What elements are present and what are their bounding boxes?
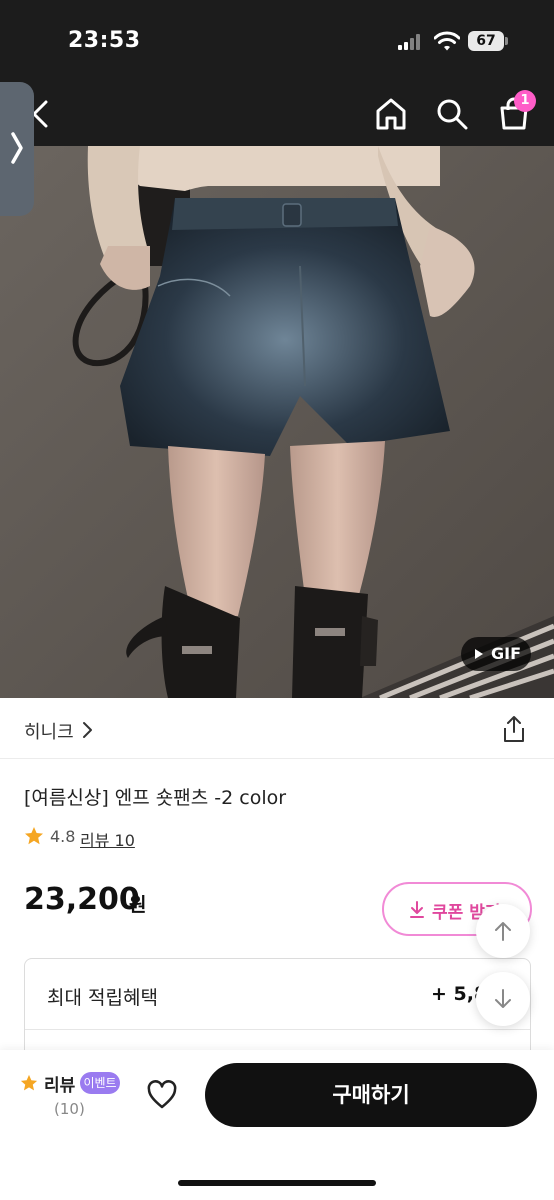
divider [25, 1029, 530, 1030]
wifi-icon [434, 31, 460, 51]
rating-value: 4.8 [50, 827, 76, 846]
chevron-right-icon [11, 132, 23, 164]
chevron-right-icon[interactable] [80, 720, 94, 740]
scroll-top-button[interactable] [476, 904, 530, 958]
product-title: [여름신상] 엔프 숏팬츠 -2 color [24, 787, 287, 809]
battery-icon: 67 [468, 31, 508, 51]
status-time: 23:53 [68, 28, 141, 53]
price-unit: 원 [129, 894, 147, 916]
side-panel-handle[interactable] [0, 82, 34, 216]
purchase-bar: 리뷰 이벤트 (10) 구매하기 [0, 1050, 554, 1200]
review-link[interactable]: 리뷰 10 [80, 827, 135, 851]
buy-button[interactable]: 구매하기 [205, 1063, 537, 1127]
star-icon [25, 827, 43, 845]
review-summary-label[interactable]: 리뷰 [44, 1071, 75, 1096]
benefit-label: 최대 적립혜택 [47, 987, 158, 1009]
home-indicator [178, 1180, 376, 1186]
arrow-down-icon [495, 989, 511, 1008]
app-header: 23:53 67 1 [0, 0, 554, 146]
download-icon [410, 901, 424, 918]
cart-count-badge: 1 [514, 90, 536, 112]
event-badge: 이벤트 [80, 1072, 120, 1094]
product-image[interactable] [0, 146, 554, 698]
product-photo [0, 146, 554, 698]
home-icon[interactable] [374, 96, 408, 132]
scroll-bottom-button[interactable] [476, 972, 530, 1026]
store-name-link[interactable]: 히니크 [24, 718, 74, 744]
gif-badge[interactable]: GIF [461, 637, 531, 671]
star-icon [20, 1074, 38, 1091]
arrow-up-icon [495, 922, 511, 941]
share-icon[interactable] [500, 714, 528, 744]
gif-label: GIF [491, 644, 522, 663]
battery-level: 67 [468, 31, 504, 51]
heart-icon[interactable] [146, 1080, 178, 1110]
search-icon[interactable] [434, 96, 470, 132]
review-count: (10) [54, 1100, 85, 1118]
cellular-signal-icon [398, 34, 424, 50]
divider [0, 758, 554, 759]
play-icon [475, 649, 483, 659]
price: 23,200 [24, 882, 140, 917]
